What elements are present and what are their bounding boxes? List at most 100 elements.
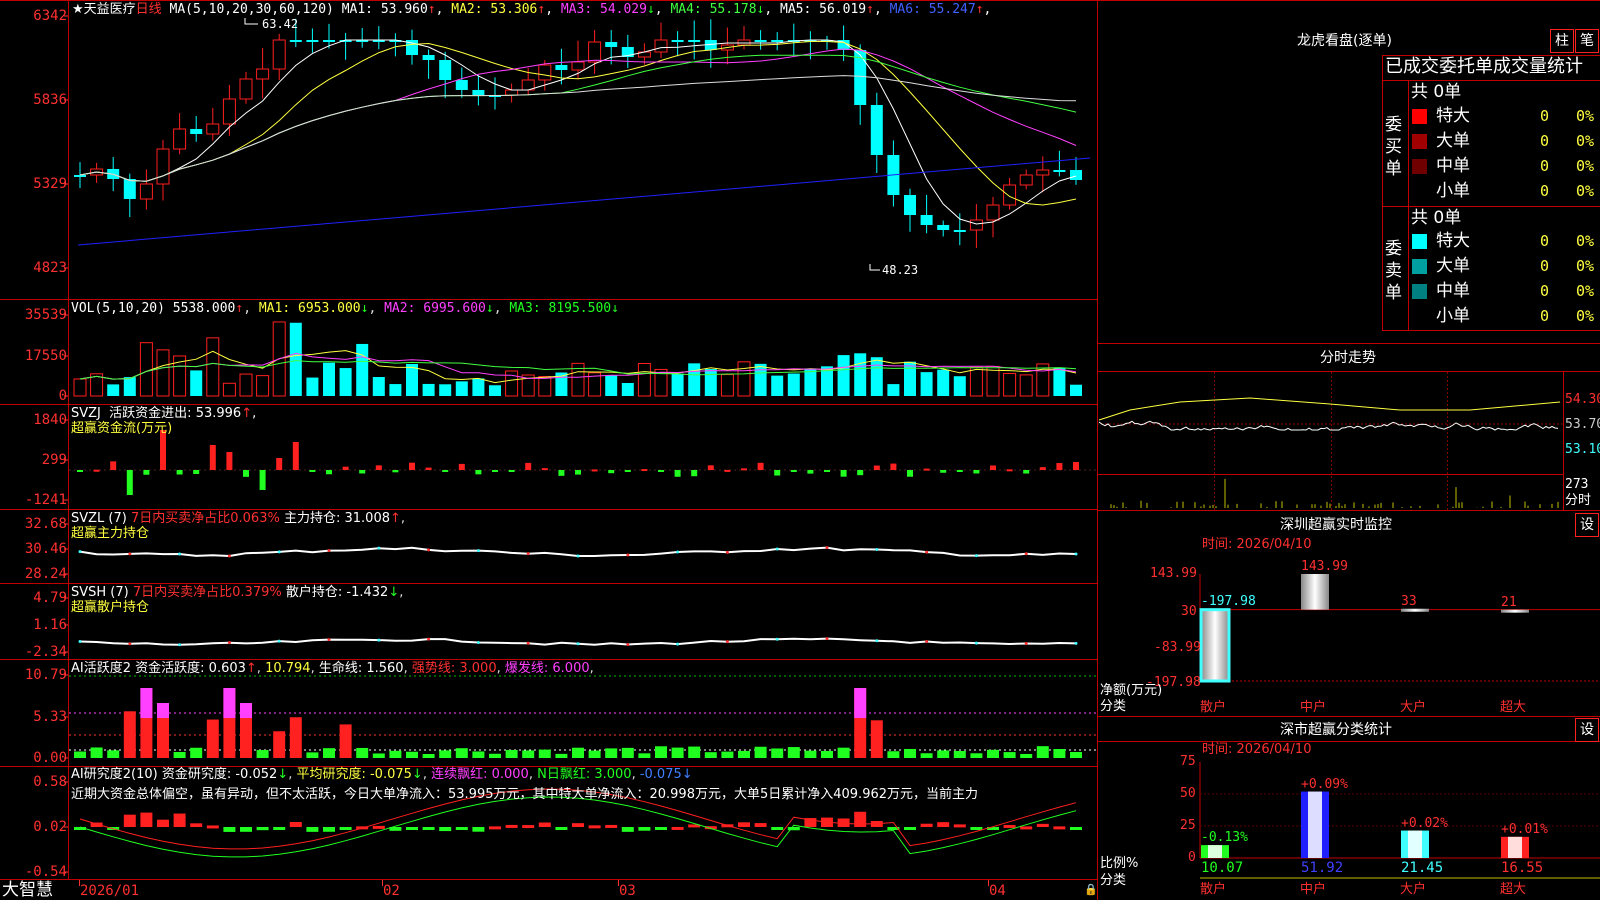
y-tick: 10.79 <box>24 667 67 683</box>
order-row-pct: 0% <box>1576 107 1595 125</box>
svzj-bar <box>525 462 532 470</box>
high-marker <box>244 18 258 25</box>
svzj-bar <box>442 470 449 472</box>
ai-active-bar <box>206 719 219 758</box>
svzj-bar <box>624 470 631 472</box>
svsh-line <box>78 637 1078 647</box>
ai-research-bar <box>621 827 634 832</box>
candle-body <box>870 105 883 155</box>
ai-active-bar <box>621 747 634 758</box>
ai-active-bar <box>671 747 684 758</box>
ai-active-bars <box>74 688 1082 758</box>
volume-bar <box>704 369 717 396</box>
sz-class-settings-button[interactable]: 设 <box>1575 718 1599 742</box>
candle-body <box>123 179 136 199</box>
ai-research-bar <box>655 827 667 830</box>
sell-side-label: 委卖单 <box>1385 239 1402 303</box>
svzj-bar <box>824 470 830 472</box>
svsh-dot <box>875 639 879 643</box>
order-row-pct: 0% <box>1576 157 1595 175</box>
ai-research-bar <box>555 827 568 830</box>
candle-body <box>156 148 170 185</box>
candle-body <box>1053 170 1066 172</box>
ai-research-bar <box>904 827 916 830</box>
tick-mode-button[interactable]: 笔 <box>1575 29 1599 53</box>
intraday-price-tick: 54.30 <box>1565 392 1600 407</box>
volume-bar <box>605 375 618 396</box>
candle-body <box>306 40 319 42</box>
volume-bar <box>472 378 485 396</box>
y-tick: 0.02 <box>33 819 67 835</box>
ma-value: MA2: 53.306↑ <box>451 2 546 17</box>
sz-class-bar-highlight <box>1208 845 1222 858</box>
candle-body <box>937 225 950 230</box>
ma-value: MA4: 55.178↓ <box>670 2 765 17</box>
candle-body <box>1036 169 1050 176</box>
svzj-bar <box>591 469 598 472</box>
volume-bar <box>389 384 402 396</box>
candle-body <box>323 40 335 42</box>
candle-body <box>289 40 302 42</box>
candle-body <box>74 175 86 177</box>
svzj-bar <box>425 467 432 470</box>
svsh-dot <box>925 639 929 643</box>
intraday-title[interactable]: 分时走势 <box>1320 350 1376 366</box>
svzj-bar <box>956 470 963 472</box>
sz-monitor-settings-button[interactable]: 设 <box>1575 513 1599 537</box>
svsh-dot <box>277 639 281 643</box>
svzj-bar <box>757 462 764 470</box>
ai-active-burst <box>240 703 252 718</box>
svzj-bar <box>774 470 781 476</box>
svzj-bar <box>126 470 133 495</box>
sz-class-value-label: 16.55 <box>1501 860 1544 876</box>
volume-bar <box>787 373 800 396</box>
svzl-dot <box>327 549 331 553</box>
ai-active-bar <box>472 751 485 758</box>
svzj-bar <box>741 468 747 471</box>
candle-body <box>422 55 435 60</box>
svzj-bar <box>93 469 100 472</box>
ai-research-header: AI研究度2(10) 资金研究度: -0.052↓, 平均研究度: -0.075… <box>71 767 693 782</box>
ai-research-bar <box>854 811 867 827</box>
svsh-dot <box>1074 641 1078 645</box>
chart-canvas <box>0 0 1600 900</box>
sz-class-category: 散户 <box>1200 882 1227 897</box>
sz-class-value-label: 51.92 <box>1301 860 1344 876</box>
ai-research-bar <box>1020 826 1033 830</box>
sz-monitor-xlabel: 分类 <box>1100 699 1127 714</box>
y-tick: 1840 <box>33 412 67 428</box>
y-tick: -1241 <box>24 492 67 508</box>
vol-header: VOL(5,10,20) 5538.000↑, MA1: 6953.000↓, … <box>71 301 619 316</box>
volume-bar <box>139 342 153 397</box>
volume-bar <box>937 369 950 396</box>
ai-active-bar <box>1003 752 1016 758</box>
ai-active-bar <box>107 750 120 758</box>
lhb-title: 龙虎看盘(逐单) <box>1297 33 1392 49</box>
stock-name[interactable]: ★天益医疗 <box>72 2 136 17</box>
ai-active-bar <box>804 750 817 758</box>
bar-mode-button[interactable]: 柱 <box>1550 29 1574 53</box>
period-label[interactable]: 日线 <box>136 2 162 17</box>
ai-research-bar <box>240 827 252 832</box>
lhb-tabs[interactable]: 已成交委托单成交量统计 <box>1385 56 1600 78</box>
volume-bar <box>455 381 468 396</box>
order-color-swatch <box>1412 284 1427 299</box>
ai-research-bar <box>754 823 767 827</box>
volume-bar <box>323 362 335 396</box>
volume-bar <box>439 384 452 396</box>
svzj-bar <box>143 470 150 475</box>
svzj-bar <box>359 470 366 474</box>
ai-active-bar <box>987 749 999 758</box>
svzl-dot <box>1024 552 1028 556</box>
y-tick: 4.79 <box>33 590 67 606</box>
ai-active-burst <box>223 688 236 718</box>
lock-icon[interactable]: 🔒 <box>1084 882 1098 898</box>
svzl-header: SVZL (7) 7日内买卖净占比0.063% 主力持仓: 31.008↑, <box>71 511 406 526</box>
ma-value: MA3: 54.029↓ <box>560 2 655 17</box>
svzj-bar <box>707 465 714 470</box>
svzl-dot <box>725 550 729 554</box>
order-color-swatch <box>1412 184 1427 199</box>
svsh-dot <box>676 642 680 646</box>
volume-bar <box>804 368 817 396</box>
sz-class-delta-label: +0.01% <box>1501 821 1548 837</box>
